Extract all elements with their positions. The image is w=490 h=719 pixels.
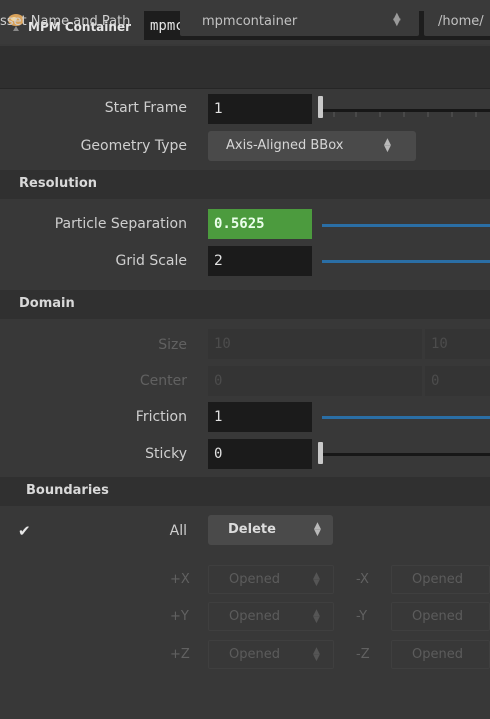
boundary-pos-z-value: Opened (229, 647, 280, 662)
grid-scale-slider[interactable] (322, 260, 490, 263)
center-label: Center (139, 373, 187, 389)
friction-label: Friction (135, 409, 187, 425)
up-down-arrow-icon: ▲ ▼ (314, 521, 321, 538)
friction-slider[interactable] (322, 416, 490, 419)
all-boundaries-value: Delete (228, 522, 276, 537)
up-down-arrow-icon: ▲ ▼ (384, 137, 391, 154)
start-frame-slider-handle[interactable] (318, 96, 323, 118)
particle-separation-field[interactable]: 0.5625 (208, 209, 312, 239)
up-down-arrow-icon: ▲ ▼ (313, 571, 320, 588)
boundary-neg-y-value: Opened (412, 609, 463, 624)
geometry-type-label: Geometry Type (80, 138, 187, 154)
center-y-field[interactable]: 0 (425, 366, 490, 396)
boundary-neg-x-value: Opened (412, 572, 463, 587)
boundary-pos-y-value: Opened (229, 609, 280, 624)
axis-label-neg-x: -X (356, 572, 369, 587)
boundary-neg-y-dropdown[interactable]: Opened (391, 602, 490, 631)
grid-scale-label: Grid Scale (115, 253, 188, 269)
section-domain[interactable]: Domain (0, 290, 490, 319)
section-boundaries[interactable]: Boundaries (0, 477, 490, 506)
boundary-neg-z-dropdown[interactable]: Opened (391, 640, 490, 669)
friction-field[interactable]: 1 (208, 402, 312, 432)
size-x-field[interactable]: 10 (208, 329, 422, 359)
size-label: Size (158, 337, 187, 353)
boundary-pos-x-value: Opened (229, 572, 280, 587)
boundary-neg-x-dropdown[interactable]: Opened (391, 565, 490, 594)
boundaries-title: Boundaries (26, 483, 109, 498)
axis-label-pos-y: +Y (170, 609, 189, 624)
size-y-field[interactable]: 10 (425, 329, 490, 359)
sticky-slider-handle[interactable] (318, 442, 323, 464)
up-down-arrow-icon: ▲ ▼ (313, 646, 320, 663)
asset-row (0, 46, 490, 89)
axis-label-pos-z: +Z (170, 647, 190, 662)
asset-path-field[interactable]: /home/ (424, 6, 490, 36)
up-down-arrow-icon: ▲ ▼ (313, 608, 320, 625)
start-frame-label: Start Frame (104, 100, 187, 116)
particle-separation-slider[interactable] (322, 224, 490, 227)
checkmark-icon[interactable]: ✔ (18, 522, 31, 540)
particle-separation-label: Particle Separation (54, 216, 187, 232)
asset-name-field[interactable]: mpmcontainer (180, 6, 419, 36)
start-frame-field[interactable]: 1 (208, 94, 312, 124)
geometry-type-value: Axis-Aligned BBox (226, 138, 344, 153)
center-x-field[interactable]: 0 (208, 366, 422, 396)
start-frame-slider-ticks (333, 112, 477, 117)
grid-scale-field[interactable]: 2 (208, 246, 312, 276)
sticky-field[interactable]: 0 (208, 439, 312, 469)
sticky-label: Sticky (145, 446, 187, 462)
boundary-neg-z-value: Opened (412, 647, 463, 662)
axis-label-pos-x: +X (170, 572, 190, 587)
axis-label-neg-y: -Y (356, 609, 368, 624)
axis-label-neg-z: -Z (356, 647, 370, 662)
section-resolution[interactable]: Resolution (0, 170, 490, 199)
all-label: All (169, 523, 187, 539)
up-down-arrow-icon[interactable]: ▲ ▼ (393, 12, 401, 28)
sticky-slider-track[interactable] (322, 453, 490, 456)
asset-name-label: sset Name and Path (0, 14, 131, 29)
